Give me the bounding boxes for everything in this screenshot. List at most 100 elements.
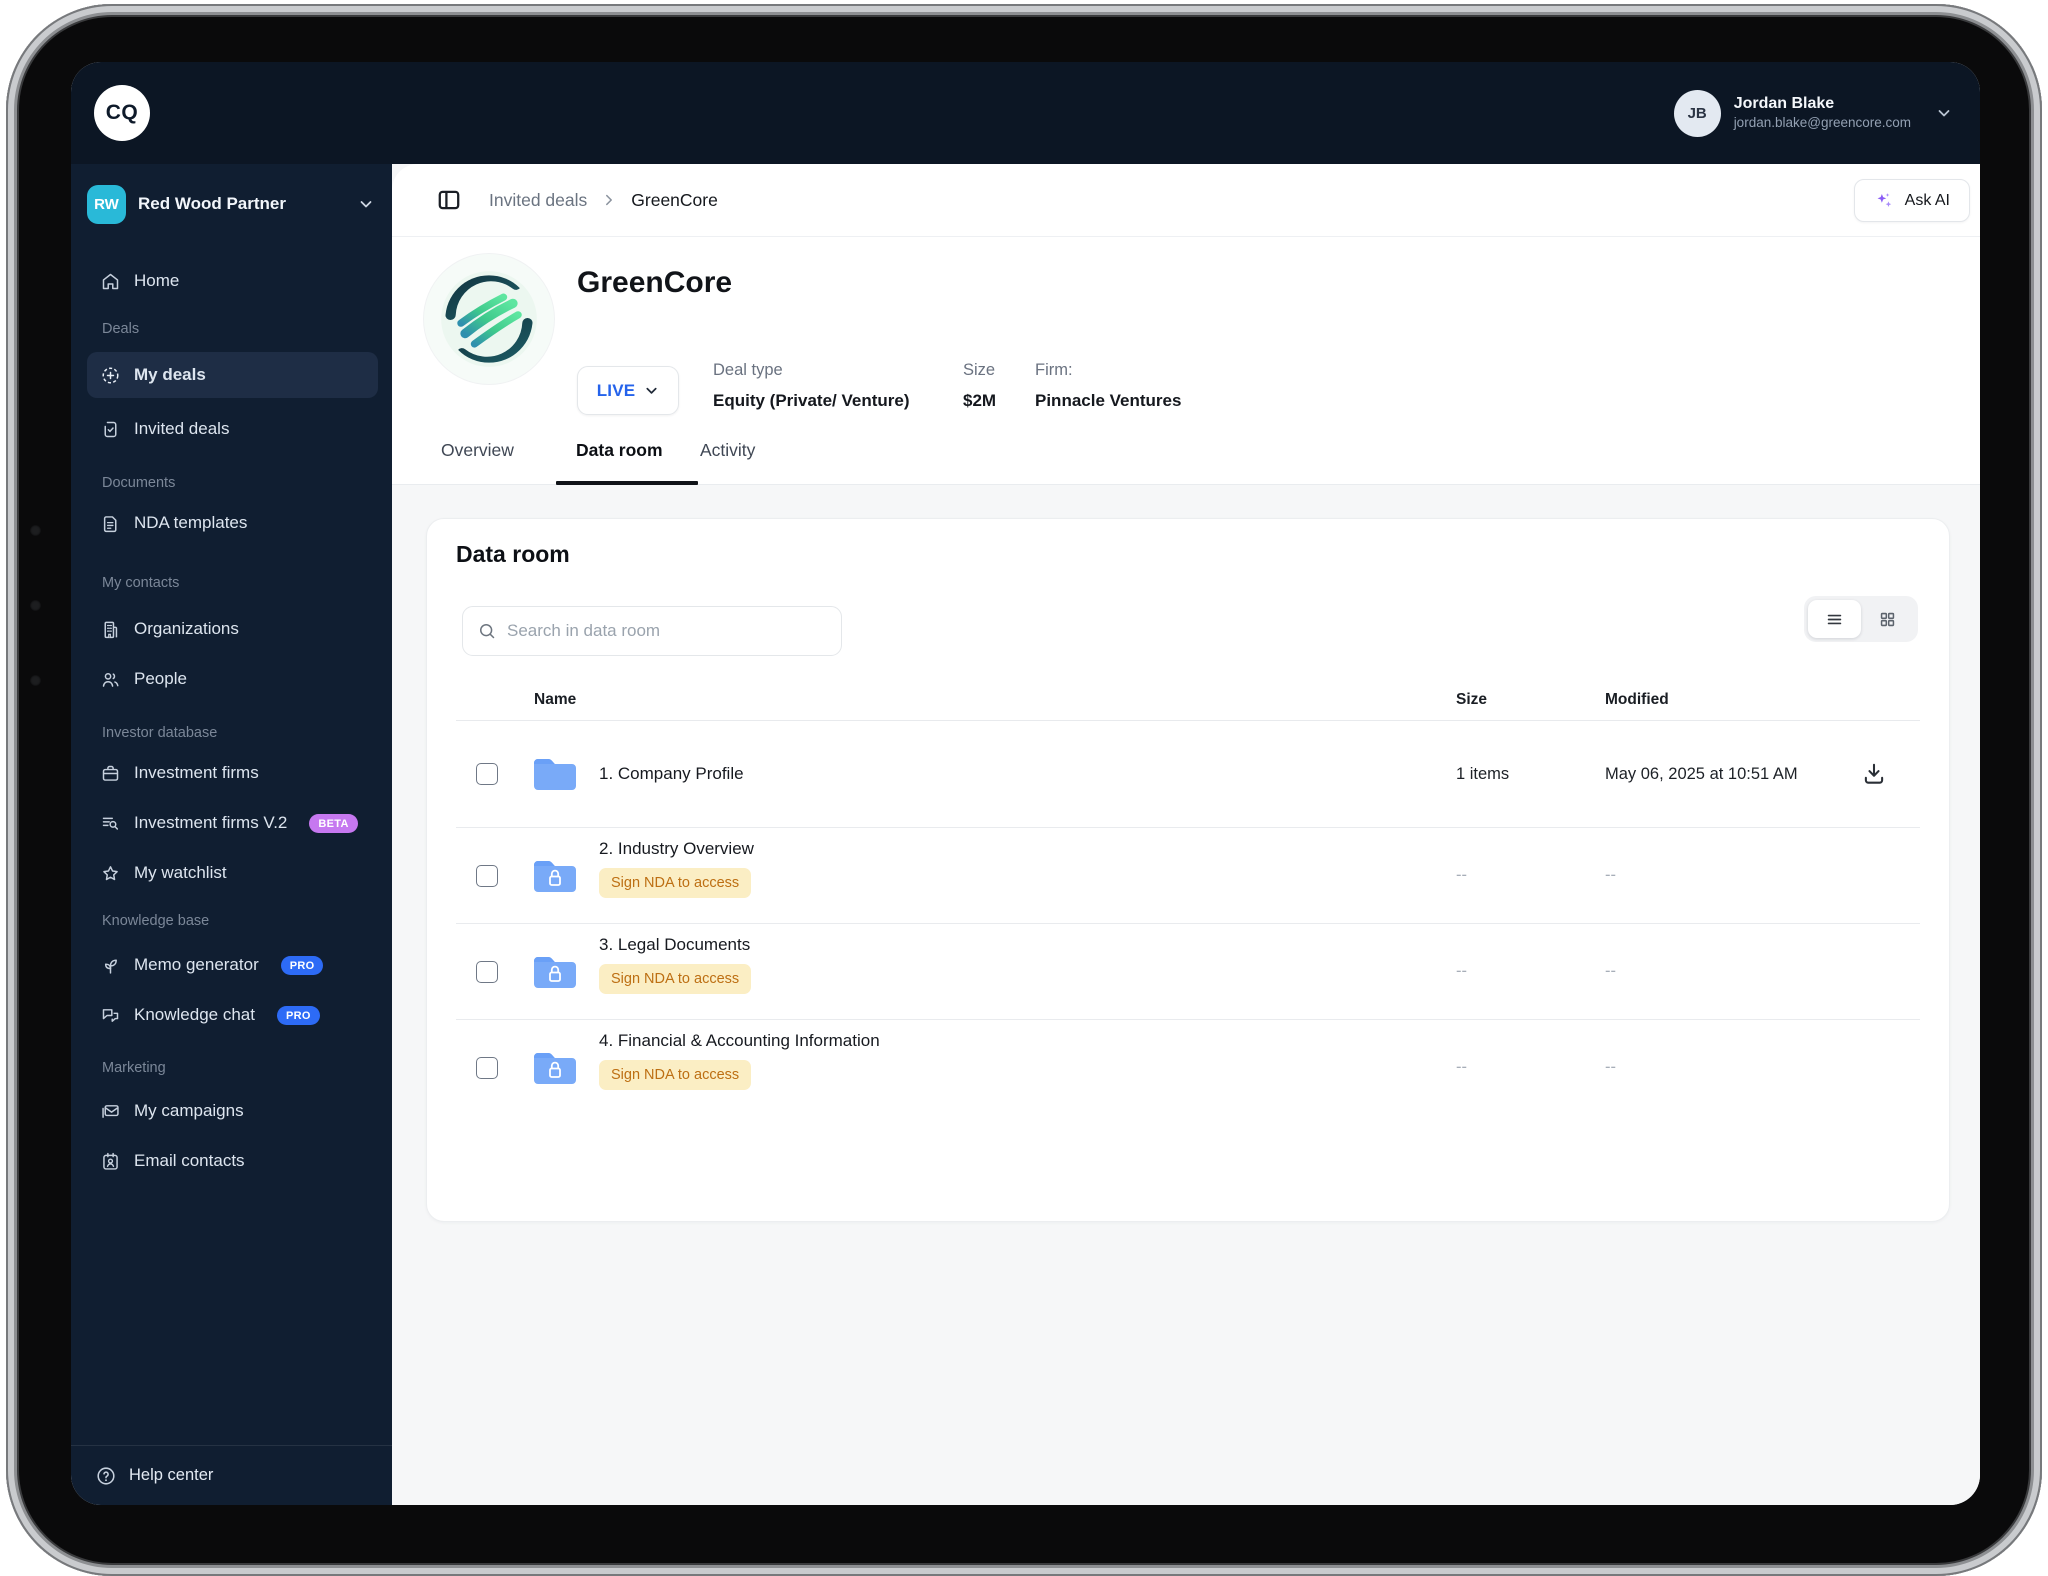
user-menu[interactable]: JB Jordan Blake jordan.blake@greencore.c…	[1673, 62, 1952, 164]
panel-toggle-icon[interactable]	[436, 187, 462, 213]
sidebar-item-nda-templates[interactable]: NDA templates	[87, 500, 378, 546]
row-modified: May 06, 2025 at 10:51 AM	[1605, 765, 1798, 783]
sidebar-item-my-deals[interactable]: My deals	[87, 352, 378, 398]
tab-overview[interactable]: Overview	[441, 440, 514, 461]
search-input[interactable]	[507, 621, 827, 641]
row-checkbox[interactable]	[476, 865, 498, 887]
column-name: Name	[534, 691, 577, 708]
tab-data-room[interactable]: Data room	[576, 440, 663, 461]
table-row[interactable]: 2. Industry Overview Sign NDA to access …	[427, 828, 1949, 924]
app-logo: CQ	[94, 85, 150, 141]
user-info: Jordan Blake jordan.blake@greencore.com	[1734, 94, 1911, 132]
chevron-down-icon	[646, 387, 657, 394]
nda-badge: Sign NDA to access	[599, 964, 752, 994]
nda-badge: Sign NDA to access	[599, 868, 752, 898]
sidebar-section-deals: Deals	[102, 321, 140, 337]
home-icon	[102, 273, 119, 289]
tab-activity[interactable]: Activity	[700, 440, 755, 461]
row-name[interactable]: 3. Legal Documents	[599, 935, 750, 955]
search-icon	[480, 624, 495, 639]
table-row[interactable]: 4. Financial & Accounting Information Si…	[427, 1020, 1949, 1116]
data-room-card: Data room Search in data room Name Size …	[426, 518, 1950, 1222]
document-icon	[103, 515, 117, 532]
field-value: Pinnacle Ventures	[1035, 391, 1182, 410]
user-name: Jordan Blake	[1733, 95, 1835, 112]
building-icon	[104, 621, 118, 638]
briefcase-icon	[102, 765, 119, 781]
workspace-badge: RW	[87, 184, 126, 224]
sprout-icon	[104, 959, 117, 974]
sidebar: RW Red Wood Partner Home Deals My deals …	[71, 164, 392, 1505]
avatar: JB	[1673, 89, 1721, 137]
breadcrumb-parent[interactable]: Invited deals	[489, 190, 587, 211]
side-button	[30, 675, 41, 686]
download-button[interactable]	[1861, 761, 1887, 787]
row-name[interactable]: 1. Company Profile	[599, 764, 744, 784]
main-content: Invited deals GreenCore Ask AI GreenCore…	[392, 164, 1980, 1505]
row-modified: --	[1605, 866, 1616, 884]
grid-view-button[interactable]	[1861, 600, 1914, 638]
sidebar-item-people[interactable]: People	[87, 656, 378, 702]
star-icon	[103, 865, 118, 880]
deal-field-firm: Firm: Pinnacle Ventures	[1035, 359, 1181, 412]
sparkles-icon	[1877, 193, 1891, 207]
sidebar-item-organizations[interactable]: Organizations	[87, 606, 378, 652]
deal-summary: GreenCore LIVE Deal type Equity (Private…	[392, 237, 1980, 432]
sidebar-item-label: Help center	[129, 1466, 214, 1484]
row-size: 1 items	[1456, 765, 1510, 783]
workspace-switcher[interactable]: RW Red Wood Partner	[87, 181, 378, 227]
sidebar-item-invited-deals[interactable]: Invited deals	[87, 406, 378, 452]
sidebar-item-my-watchlist[interactable]: My watchlist	[87, 850, 378, 896]
row-size: --	[1456, 1058, 1467, 1076]
sidebar-item-memo-generator[interactable]: Memo generator PRO	[87, 942, 378, 988]
list-view-button[interactable]	[1808, 600, 1861, 638]
ask-ai-label: Ask AI	[1904, 191, 1950, 209]
row-checkbox[interactable]	[476, 1057, 498, 1079]
sidebar-item-my-campaigns[interactable]: My campaigns	[87, 1088, 378, 1134]
sidebar-item-help-center[interactable]: Help center	[71, 1445, 392, 1505]
sidebar-section-investor-database: Investor database	[102, 725, 218, 741]
sidebar-item-label: Organizations	[134, 619, 239, 638]
row-checkbox[interactable]	[476, 961, 498, 983]
sidebar-item-label: NDA templates	[134, 513, 248, 532]
side-button	[30, 525, 41, 536]
top-bar: CQ JB Jordan Blake jordan.blake@greencor…	[71, 62, 1980, 164]
app-screen: CQ JB Jordan Blake jordan.blake@greencor…	[71, 62, 1980, 1505]
row-name[interactable]: 2. Industry Overview	[599, 839, 754, 859]
sidebar-item-label: Home	[134, 271, 180, 290]
deal-header-panel: Invited deals GreenCore Ask AI GreenCore…	[392, 164, 1980, 485]
sidebar-item-email-contacts[interactable]: Email contacts	[87, 1138, 378, 1184]
sidebar-item-label: Investment firms	[134, 763, 259, 782]
ask-ai-button[interactable]: Ask AI	[1853, 179, 1970, 222]
workspace-name: Red Wood Partner	[138, 194, 286, 213]
sidebar-section-my-contacts: My contacts	[102, 575, 180, 591]
user-email: jordan.blake@greencore.com	[1733, 115, 1911, 130]
deal-field-size: Size $2M	[963, 359, 996, 412]
row-name[interactable]: 4. Financial & Accounting Information	[599, 1031, 880, 1051]
sidebar-item-label: Knowledge chat	[134, 1005, 255, 1024]
chevron-right-icon	[606, 194, 613, 206]
field-label: Deal type	[713, 361, 783, 379]
row-checkbox[interactable]	[476, 763, 498, 785]
sidebar-item-label: Investment firms V.2	[134, 813, 288, 832]
sidebar-item-label: My deals	[134, 365, 206, 384]
row-modified: --	[1605, 962, 1616, 980]
sidebar-item-home[interactable]: Home	[87, 258, 378, 304]
sidebar-item-investment-firms-v2[interactable]: Investment firms V.2 BETA	[87, 800, 378, 846]
sidebar-item-investment-firms[interactable]: Investment firms	[87, 750, 378, 796]
status-badge: LIVE	[596, 380, 636, 400]
beta-badge: BETA	[309, 813, 358, 833]
chevron-down-icon	[1938, 110, 1950, 117]
table-row[interactable]: 1. Company Profile 1 items May 06, 2025 …	[427, 720, 1949, 828]
table-row[interactable]: 3. Legal Documents Sign NDA to access --…	[427, 924, 1949, 1020]
column-modified: Modified	[1605, 691, 1669, 708]
deal-status-dropdown[interactable]: LIVE	[577, 366, 679, 415]
view-toggle	[1804, 596, 1918, 642]
sidebar-section-knowledge-base: Knowledge base	[102, 913, 210, 929]
chevron-down-icon	[360, 201, 372, 208]
contact-card-icon	[103, 1152, 118, 1170]
data-room-search[interactable]	[462, 606, 842, 656]
sidebar-item-label: Memo generator	[134, 955, 259, 974]
sidebar-item-knowledge-chat[interactable]: Knowledge chat PRO	[87, 992, 378, 1038]
folder-icon	[531, 754, 579, 794]
